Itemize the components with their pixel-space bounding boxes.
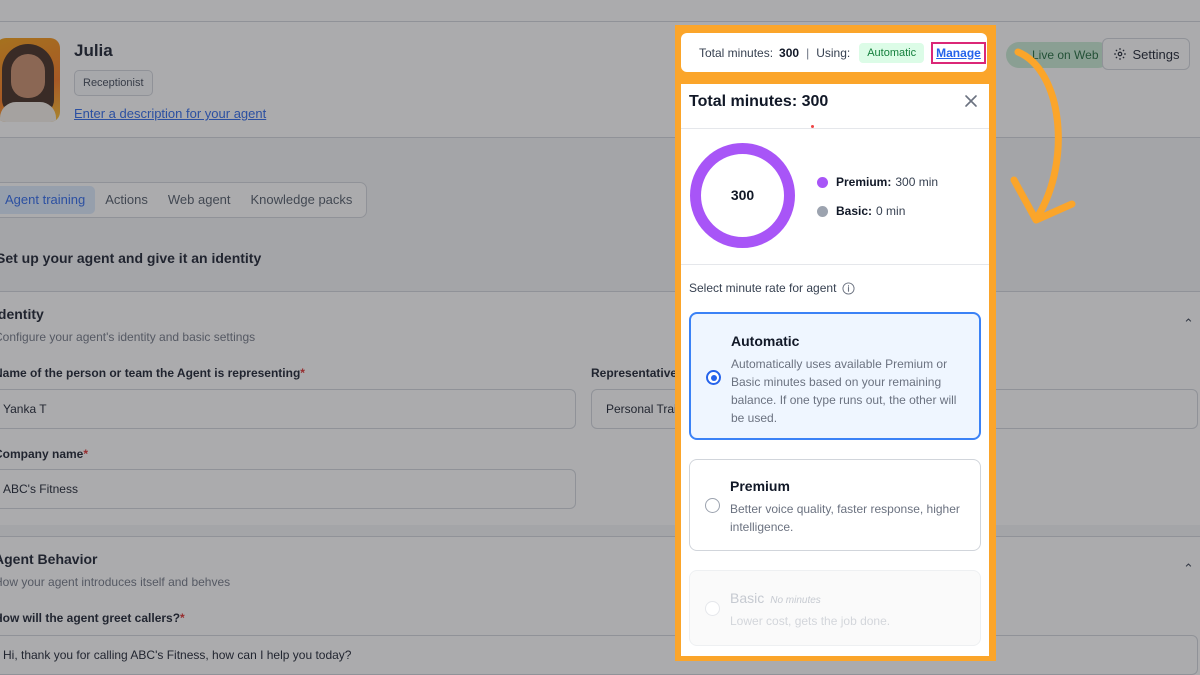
mode-badge: Automatic (859, 42, 925, 63)
total-minutes-value: 300 (779, 45, 800, 60)
option-premium[interactable]: Premium Better voice quality, faster res… (689, 459, 981, 551)
option-title: Basic No minutes (730, 590, 821, 606)
option-desc: Lower cost, gets the job done. (730, 614, 891, 628)
basic-dot-icon (817, 205, 828, 217)
divider (681, 128, 989, 129)
donut-total: 300 (730, 187, 755, 203)
radio-automatic[interactable] (706, 370, 721, 385)
option-automatic[interactable]: Automatic Automatically uses available P… (689, 312, 981, 440)
premium-dot-icon (817, 176, 828, 188)
legend-premium: Premium: 300 min (817, 175, 938, 189)
total-minutes-label: Total minutes: (699, 45, 774, 60)
using-label: Using: (816, 45, 851, 60)
minutes-panel: Total minutes: 300 300 Premium: 300 min B… (681, 84, 989, 656)
radio-basic (705, 601, 720, 616)
separator: | (806, 45, 810, 60)
option-desc: Better voice quality, faster response, h… (730, 502, 960, 534)
manage-link[interactable]: Manage (931, 41, 986, 64)
option-title: Premium (730, 478, 790, 494)
option-desc: Automatically uses available Premium or … (731, 357, 957, 425)
curved-arrow-icon (1010, 48, 1076, 224)
radio-premium[interactable] (705, 498, 720, 513)
minutes-summary-bar: Total minutes: 300 | Using: Automatic Ma… (681, 33, 987, 72)
close-icon[interactable] (962, 92, 980, 110)
rate-label: Select minute rate for agent (689, 281, 855, 295)
info-icon[interactable] (842, 281, 855, 295)
option-basic: Basic No minutes Lower cost, gets the job… (689, 570, 981, 646)
option-title: Automatic (731, 333, 800, 349)
legend-basic: Basic: 0 min (817, 204, 905, 218)
panel-title: Total minutes: 300 (689, 93, 829, 110)
divider (681, 264, 989, 265)
